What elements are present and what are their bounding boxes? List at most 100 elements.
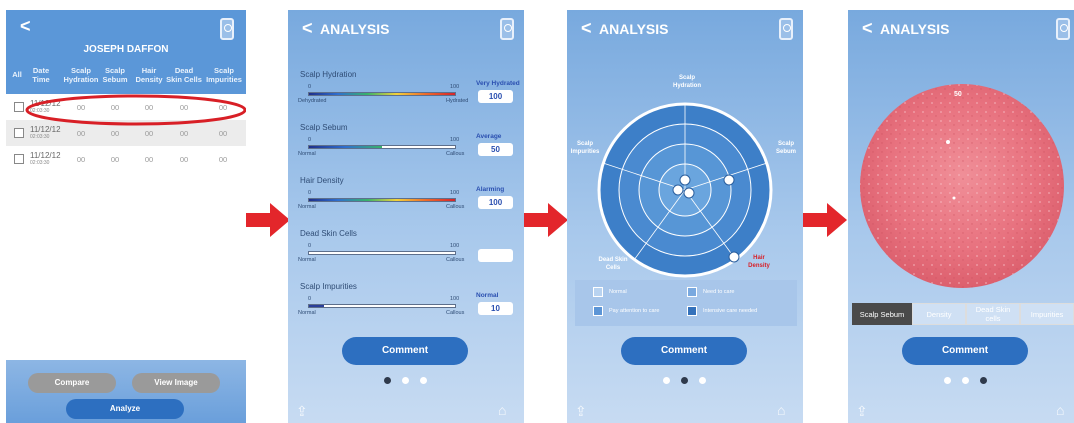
back-button[interactable]: < bbox=[581, 18, 592, 39]
profile-badge-icon[interactable] bbox=[220, 18, 234, 40]
metric-bar bbox=[308, 304, 456, 308]
metric-min: 0 bbox=[308, 243, 312, 249]
cell-value: 00 bbox=[110, 155, 120, 164]
metric-value-field[interactable]: 100 bbox=[478, 196, 513, 209]
metric-right-caption: Callous bbox=[446, 310, 465, 316]
page-dot[interactable] bbox=[402, 377, 409, 384]
legend-label: Need to care bbox=[703, 289, 735, 295]
profile-badge-icon[interactable] bbox=[500, 18, 514, 40]
legend-swatch bbox=[593, 306, 603, 316]
metric-value-field[interactable]: 10 bbox=[478, 302, 513, 315]
metric-right-caption: Callous bbox=[446, 257, 465, 263]
metric-min: 0 bbox=[308, 190, 312, 196]
page-dot[interactable] bbox=[663, 377, 670, 384]
metric-bar-fill bbox=[309, 93, 455, 95]
profile-badge-icon[interactable] bbox=[1056, 18, 1070, 40]
cell-value: 00 bbox=[76, 155, 86, 164]
row-checkbox[interactable] bbox=[14, 154, 24, 164]
page-dot[interactable] bbox=[944, 377, 951, 384]
metric-right-caption: Callous bbox=[446, 204, 465, 210]
home-icon[interactable]: ⌂ bbox=[1056, 402, 1064, 418]
metric-bar bbox=[308, 92, 456, 96]
row-date: 11/12/12 02:03:30 bbox=[30, 151, 61, 166]
home-icon[interactable]: ⌂ bbox=[777, 402, 785, 418]
compare-button[interactable]: Compare bbox=[28, 373, 116, 393]
comment-button[interactable]: Comment bbox=[621, 337, 747, 365]
axis-label-hair-density: Hair Density bbox=[748, 255, 770, 269]
col-scalp-sebum: Scalp Sebum bbox=[102, 66, 128, 84]
metric-bar-fill bbox=[309, 146, 382, 148]
analysis-radar-screen: < ANALYSIS Scalp Hydration Scalp Sebum H… bbox=[567, 10, 803, 423]
analysis-image-screen: < ANALYSIS 50 Scalp Sebum Density Dead S… bbox=[848, 10, 1074, 423]
page-dot-active[interactable] bbox=[384, 377, 391, 384]
legend: Normal Need to care Pay attention to car… bbox=[575, 280, 797, 326]
metric-max: 100 bbox=[450, 296, 460, 302]
tab-scalp-sebum[interactable]: Scalp Sebum bbox=[852, 303, 912, 325]
profile-badge-icon[interactable] bbox=[779, 18, 793, 40]
metric-max: 100 bbox=[450, 84, 460, 90]
metric-max: 100 bbox=[450, 137, 460, 143]
page-title: ANALYSIS bbox=[880, 21, 950, 37]
tab-impurities[interactable]: Impurities bbox=[1020, 303, 1074, 325]
metric-bar-fill bbox=[309, 199, 455, 201]
legend-swatch bbox=[687, 287, 697, 297]
metric-right-caption: Callous bbox=[446, 151, 465, 157]
flow-arrow-icon bbox=[524, 203, 568, 237]
page-dot[interactable] bbox=[962, 377, 969, 384]
cell-value: 00 bbox=[179, 155, 189, 164]
metric-left-caption: Normal bbox=[298, 257, 316, 263]
cell-value: 00 bbox=[110, 129, 120, 138]
tab-density[interactable]: Density bbox=[912, 303, 966, 325]
metric-min: 0 bbox=[308, 296, 312, 302]
metric-label: Hair Density bbox=[300, 176, 344, 185]
back-button[interactable]: < bbox=[20, 16, 31, 37]
cell-value: 00 bbox=[218, 129, 228, 138]
share-icon[interactable]: ⇪ bbox=[856, 403, 868, 420]
legend-swatch bbox=[687, 306, 697, 316]
analyze-button[interactable]: Analyze bbox=[66, 399, 184, 419]
metric-label: Scalp Hydration bbox=[300, 70, 357, 79]
analysis-bars-screen: < ANALYSIS Scalp Hydration 0 100 Dehydrated… bbox=[288, 10, 524, 423]
legend-label: Normal bbox=[609, 289, 627, 295]
metric-label: Dead Skin Cells bbox=[300, 229, 357, 238]
metric-label: Scalp Sebum bbox=[300, 123, 348, 132]
col-dead-skin-cells: Dead Skin Cells bbox=[166, 66, 202, 84]
home-icon[interactable]: ⌂ bbox=[498, 402, 506, 418]
metric-value-field[interactable]: 50 bbox=[478, 143, 513, 156]
view-image-button[interactable]: View Image bbox=[132, 373, 220, 393]
metric-bar bbox=[308, 145, 456, 149]
page-dot-active[interactable] bbox=[980, 377, 987, 384]
metric-left-caption: Normal bbox=[298, 204, 316, 210]
metric-left-caption: Normal bbox=[298, 310, 316, 316]
page-dot[interactable] bbox=[420, 377, 427, 384]
metric-max: 100 bbox=[450, 243, 460, 249]
tab-dead-skin-cells[interactable]: Dead Skin cells bbox=[966, 303, 1020, 325]
legend-label: Intensive care needed bbox=[703, 308, 758, 314]
comment-button[interactable]: Comment bbox=[902, 337, 1028, 365]
page-dot-active[interactable] bbox=[681, 377, 688, 384]
cell-value: 00 bbox=[144, 155, 154, 164]
metric-value-field[interactable]: 100 bbox=[478, 90, 513, 103]
metric-bar-fill bbox=[309, 305, 324, 307]
row-checkbox[interactable] bbox=[14, 128, 24, 138]
metric-max: 100 bbox=[450, 190, 460, 196]
radar-chart bbox=[597, 102, 773, 278]
axis-label-hydration: Scalp Hydration bbox=[672, 75, 701, 89]
page-dot[interactable] bbox=[699, 377, 706, 384]
back-button[interactable]: < bbox=[302, 18, 313, 39]
metric-left-caption: Normal bbox=[298, 151, 316, 157]
page-title: ANALYSIS bbox=[320, 21, 390, 37]
metric-value-field[interactable] bbox=[478, 249, 513, 262]
table-row[interactable]: 11/12/12 02:03:30 00 00 00 00 00 bbox=[6, 146, 246, 172]
cell-value: 00 bbox=[179, 129, 189, 138]
record-list-screen: < JOSEPH DAFFON All Date Time Scalp Hydr… bbox=[6, 10, 246, 423]
share-icon[interactable]: ⇪ bbox=[575, 403, 587, 420]
row-checkbox[interactable] bbox=[14, 102, 24, 112]
comment-button[interactable]: Comment bbox=[342, 337, 468, 365]
col-date-time: Date Time bbox=[32, 66, 50, 84]
share-icon[interactable]: ⇪ bbox=[296, 403, 308, 420]
back-button[interactable]: < bbox=[862, 18, 873, 39]
col-all[interactable]: All bbox=[8, 70, 26, 79]
image-value: 50 bbox=[954, 91, 962, 98]
metric-status: Average bbox=[476, 133, 502, 140]
